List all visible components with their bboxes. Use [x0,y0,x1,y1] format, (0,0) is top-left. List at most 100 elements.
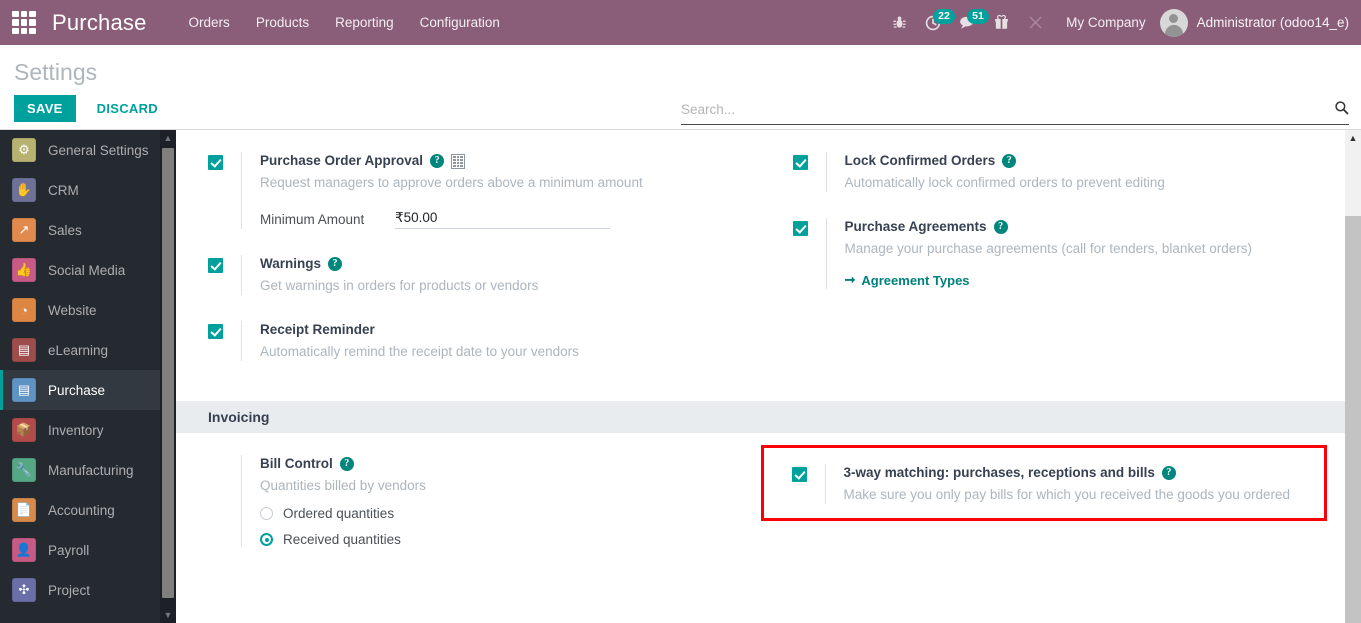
menu-products[interactable]: Products [254,11,311,34]
warnings-checkbox[interactable] [208,258,223,273]
help-icon[interactable]: ? [328,257,343,271]
action-buttons: SAVE DISCARD [14,95,171,122]
receipt-reminder-desc: Automatically remind the receipt date to… [260,344,579,359]
setting-lock-confirmed-orders: Lock Confirmed Orders ? Automatically lo… [761,152,1346,192]
help-icon[interactable]: ? [993,220,1008,234]
content-scrollbar[interactable]: ▲ [1345,130,1361,623]
search-bar [681,100,1349,125]
lock-confirmed-orders-body: Lock Confirmed Orders ? Automatically lo… [825,152,1328,192]
lock-confirmed-orders-label: Lock Confirmed Orders [844,153,996,168]
globe-icon: ◔ [12,298,36,322]
setting-purchase-order-approval: Purchase Order Approval ? Request manage… [176,152,761,229]
avatar [1159,8,1188,37]
receipt-reminder-checkbox[interactable] [208,324,223,339]
sidebar-scrollbar[interactable]: ▲ ▼ [160,130,176,623]
sidebar-item-label: Inventory [48,422,104,438]
bill-control-option-received[interactable]: Received quantities [260,532,743,547]
building-icon[interactable] [451,153,466,169]
sidebar-item-label: CRM [48,182,79,198]
puzzle-icon: ✣ [12,578,36,602]
sidebar-item-payroll[interactable]: 👤 Payroll [0,530,160,570]
settings-sidebar: ⚙ General Settings ✋ CRM ↗ Sales 👍 Social Media… [0,130,176,623]
sidebar-item-website[interactable]: ◔ Website [0,290,160,330]
user-menu[interactable]: Administrator (odoo14_e) [1159,8,1349,37]
receipt-reminder-label: Receipt Reminder [260,322,375,337]
sidebar-item-crm[interactable]: ✋ CRM [0,170,160,210]
employee-badge-icon: 👤 [12,538,36,562]
purchase-order-approval-checkbox[interactable] [208,155,223,170]
chevron-down-icon[interactable]: ▼ [160,607,176,623]
chevron-up-icon[interactable]: ▲ [160,130,176,146]
sidebar-item-sales[interactable]: ↗ Sales [0,210,160,250]
app-brand-title[interactable]: Purchase [52,10,147,36]
top-navbar: Purchase Orders Products Reporting Confi… [0,0,1361,45]
purchase-agreements-body: Purchase Agreements ? Manage your purcha… [825,218,1328,289]
search-input[interactable] [681,102,1334,117]
chevron-up-icon[interactable]: ▲ [1345,130,1361,146]
bill-control-checkbox-spacer [208,455,223,547]
messages-icon[interactable]: 51 [950,8,989,38]
apps-grid-icon[interactable] [12,10,36,35]
bill-control-option-ordered[interactable]: Ordered quantities [260,506,743,521]
discard-button[interactable]: DISCARD [84,95,171,122]
menu-reporting[interactable]: Reporting [333,11,396,34]
purchase-agreements-title-row: Purchase Agreements ? [845,218,1328,236]
thumbs-up-icon: 👍 [12,258,36,282]
sidebar-item-project[interactable]: ✣ Project [0,570,160,610]
setting-warnings: Warnings ? Get warnings in orders for pr… [176,255,761,295]
help-icon[interactable]: ? [1161,466,1176,480]
tools-icon[interactable] [1018,8,1052,38]
bill-control-label: Bill Control [260,456,333,471]
invoice-icon: 📄 [12,498,36,522]
help-icon[interactable]: ? [339,457,354,471]
sidebar-item-inventory[interactable]: 📦 Inventory [0,410,160,450]
three-way-matching-label: 3-way matching: purchases, receptions an… [843,465,1155,480]
sidebar-item-label: Project [48,582,91,598]
settings-content: Purchase Order Approval ? Request manage… [176,130,1361,623]
lock-confirmed-orders-title-row: Lock Confirmed Orders ? [845,152,1328,170]
radio-received-quantities-label: Received quantities [283,532,401,547]
save-button[interactable]: SAVE [14,95,76,122]
sidebar-item-label: Website [48,302,97,318]
three-way-matching-checkbox[interactable] [791,467,807,482]
invoicing-section-header: Invoicing [176,401,1345,433]
menu-configuration[interactable]: Configuration [418,11,502,34]
radio-received-quantities[interactable] [260,533,273,546]
sidebar-scrollbar-thumb[interactable] [162,148,174,598]
sidebar-item-label: eLearning [48,342,109,358]
bug-icon[interactable] [882,8,916,38]
three-way-matching-body: 3-way matching: purchases, receptions an… [824,464,1293,504]
purchase-order-approval-body: Purchase Order Approval ? Request manage… [241,152,743,229]
sidebar-item-purchase[interactable]: ▤ Purchase [0,370,160,410]
agreement-types-link[interactable]: ➞ Agreement Types [845,272,970,288]
radio-ordered-quantities[interactable] [260,507,273,520]
minimum-amount-label: Minimum Amount [260,212,365,227]
sidebar-item-label: Sales [48,222,82,238]
purchase-agreements-checkbox[interactable] [792,221,808,236]
chart-line-icon: ↗ [12,218,36,242]
menu-orders[interactable]: Orders [187,11,232,34]
gift-icon[interactable] [984,8,1018,38]
company-switcher[interactable]: My Company [1066,15,1146,30]
sidebar-item-manufacturing[interactable]: 🔧 Manufacturing [0,450,160,490]
setting-receipt-reminder: Receipt Reminder Automatically remind th… [176,321,761,361]
content-scrollbar-thumb[interactable] [1345,146,1361,216]
sidebar-item-label: General Settings [48,142,149,158]
sidebar-item-elearning[interactable]: ▤ eLearning [0,330,160,370]
minimum-amount-input[interactable] [395,210,610,229]
sidebar-item-social-media[interactable]: 👍 Social Media [0,250,160,290]
sidebar-item-accounting[interactable]: 📄 Accounting [0,490,160,530]
help-icon[interactable]: ? [1002,154,1017,168]
invoicing-column-left: Bill Control ? Quantities billed by vend… [176,455,761,573]
activity-clock-icon[interactable]: 22 [916,8,955,38]
search-icon[interactable] [1334,100,1349,119]
lock-confirmed-orders-checkbox[interactable] [792,155,808,170]
three-way-matching-title-row: 3-way matching: purchases, receptions an… [844,464,1293,482]
purchase-agreements-desc: Manage your purchase agreements (call fo… [844,241,1252,256]
sidebar-item-general-settings[interactable]: ⚙ General Settings [0,130,160,170]
user-name-label: Administrator (odoo14_e) [1196,15,1349,30]
agreement-types-link-label: Agreement Types [861,272,970,288]
bill-control-body: Bill Control ? Quantities billed by vend… [241,455,743,547]
setting-three-way-matching: 3-way matching: purchases, receptions an… [778,464,1311,504]
help-icon[interactable]: ? [430,154,445,168]
